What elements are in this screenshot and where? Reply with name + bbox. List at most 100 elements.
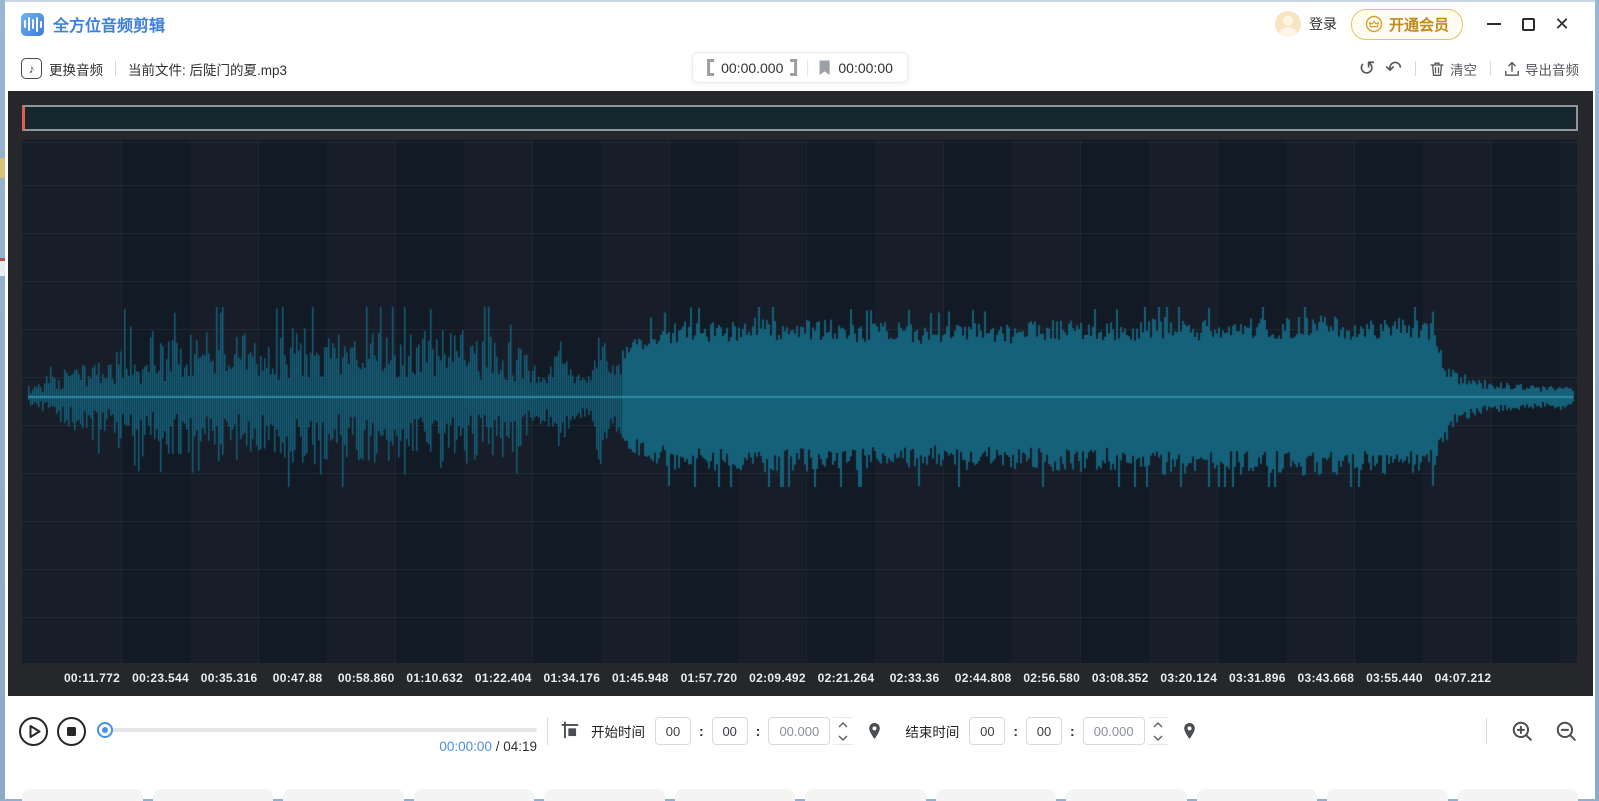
open-vip-button[interactable]: 开通会员 (1351, 9, 1463, 40)
start-minute-input[interactable]: 00 (712, 717, 748, 745)
set-start-pin-button[interactable] (866, 722, 883, 740)
spin-up-button[interactable] (833, 718, 853, 731)
tool-card[interactable] (22, 789, 143, 801)
app-logo-icon (21, 13, 44, 36)
colon: : (699, 723, 704, 739)
time-tick-label: 01:10.632 (406, 671, 463, 685)
open-vip-label: 开通会员 (1389, 14, 1449, 35)
tool-card[interactable] (1066, 789, 1187, 801)
music-note-icon: ♪ (21, 58, 42, 79)
colon: : (1013, 723, 1018, 739)
bookmark-icon (818, 60, 831, 76)
time-tick-label: 01:45.948 (612, 671, 669, 685)
time-tick-label: 01:34.176 (543, 671, 600, 685)
location-pin-icon (866, 722, 883, 740)
selection-time-value: 00:00.000 (721, 60, 783, 76)
time-tick-label: 03:55.440 (1366, 671, 1423, 685)
playback-time: 00:00:00 / 04:19 (439, 739, 537, 754)
colon: : (1070, 723, 1075, 739)
transport-bar: 00:00:00 / 04:19 开始时间 00 : 00 : 00.000 (5, 696, 1595, 772)
divider (547, 717, 548, 745)
zoom-in-button[interactable] (1511, 720, 1533, 742)
zoom-in-icon (1511, 720, 1533, 742)
waveform-canvas[interactable] (22, 140, 1577, 663)
divider (1486, 718, 1487, 744)
export-label: 导出音频 (1525, 59, 1579, 79)
divider (1490, 61, 1491, 76)
time-tick-label: 00:58.860 (338, 671, 395, 685)
spin-down-button[interactable] (1148, 731, 1168, 744)
tool-card[interactable] (675, 789, 796, 801)
clear-label: 清空 (1450, 59, 1477, 79)
app-title: 全方位音频剪辑 (53, 12, 165, 36)
trim-icon (560, 720, 582, 742)
time-tick-label: 03:20.124 (1160, 671, 1217, 685)
total-time: 04:19 (503, 739, 537, 754)
tool-card[interactable] (283, 789, 404, 801)
desktop-edge-right (1595, 0, 1599, 799)
tool-card[interactable] (936, 789, 1057, 801)
end-ms-spinner (1148, 717, 1168, 745)
trim-end-group: 结束时间 00 : 00 : 00.000 (896, 717, 1210, 745)
minimize-button[interactable] (1477, 9, 1511, 39)
close-button[interactable]: ✕ (1545, 9, 1579, 39)
change-audio-button[interactable]: ♪ 更换音频 (21, 58, 103, 79)
trim-start-group: 开始时间 00 : 00 : 00.000 (560, 717, 896, 745)
divider (115, 61, 116, 76)
time-tick-label: 03:08.352 (1092, 671, 1149, 685)
end-time-label: 结束时间 (905, 721, 959, 741)
time-tick-label: 01:57.720 (681, 671, 738, 685)
crown-icon (1365, 15, 1383, 33)
progress-track[interactable] (105, 728, 537, 732)
app-window: 全方位音频剪辑 登录 开通会员 ✕ ♪ 更换音频 当前文件: 后陡门 (5, 0, 1595, 799)
time-tick-label: 03:43.668 (1298, 671, 1355, 685)
undo-arrow-icon: ↶ (1385, 59, 1402, 79)
marker-time-value: 00:00:00 (838, 60, 893, 76)
zoom-out-icon (1555, 720, 1577, 742)
stop-button[interactable] (56, 716, 87, 747)
divider (807, 60, 808, 76)
time-tick-label: 03:31.896 (1229, 671, 1286, 685)
divider (1415, 61, 1416, 76)
progress-handle[interactable] (97, 722, 113, 738)
play-button[interactable] (18, 716, 49, 747)
tool-card[interactable] (1458, 789, 1579, 801)
overview-selection-bar[interactable] (22, 105, 1578, 131)
minimize-icon (1487, 23, 1501, 25)
location-pin-icon (1181, 722, 1198, 740)
time-tick-label: 00:35.316 (201, 671, 258, 685)
change-audio-label: 更换音频 (49, 59, 103, 79)
current-time: 00:00:00 (439, 739, 492, 754)
tool-card[interactable] (414, 789, 535, 801)
end-hour-input[interactable]: 00 (969, 717, 1005, 745)
user-avatar[interactable] (1275, 11, 1301, 37)
time-tick-label: 02:09.492 (749, 671, 806, 685)
start-ms-input[interactable]: 00.000 (768, 717, 830, 745)
tool-card[interactable] (805, 789, 926, 801)
reset-button[interactable]: ↺ (1358, 59, 1375, 79)
time-tick-label: 02:44.808 (955, 671, 1012, 685)
start-time-label: 开始时间 (591, 721, 645, 741)
zoom-out-button[interactable] (1555, 720, 1577, 742)
title-bar: 全方位音频剪辑 登录 开通会员 ✕ (5, 2, 1595, 46)
start-hour-input[interactable]: 00 (655, 717, 691, 745)
tool-card[interactable] (153, 789, 274, 801)
progress-slider: 00:00:00 / 04:19 (97, 709, 537, 753)
set-end-pin-button[interactable] (1181, 722, 1198, 740)
bracket-left-icon (707, 59, 714, 76)
time-tick-label: 02:21.264 (818, 671, 875, 685)
spin-down-button[interactable] (833, 731, 853, 744)
clear-button[interactable]: 清空 (1429, 59, 1477, 79)
end-minute-input[interactable]: 00 (1026, 717, 1062, 745)
tool-card[interactable] (1327, 789, 1448, 801)
tool-card[interactable] (1197, 789, 1318, 801)
time-tick-label: 00:11.772 (64, 671, 120, 685)
spin-up-button[interactable] (1148, 718, 1168, 731)
undo-circle-icon: ↺ (1358, 59, 1375, 79)
end-ms-input[interactable]: 00.000 (1083, 717, 1145, 745)
tool-card[interactable] (544, 789, 665, 801)
maximize-button[interactable] (1511, 9, 1545, 39)
undo-button[interactable]: ↶ (1385, 59, 1402, 79)
export-audio-button[interactable]: 导出音频 (1504, 59, 1579, 79)
login-button[interactable]: 登录 (1309, 14, 1337, 34)
